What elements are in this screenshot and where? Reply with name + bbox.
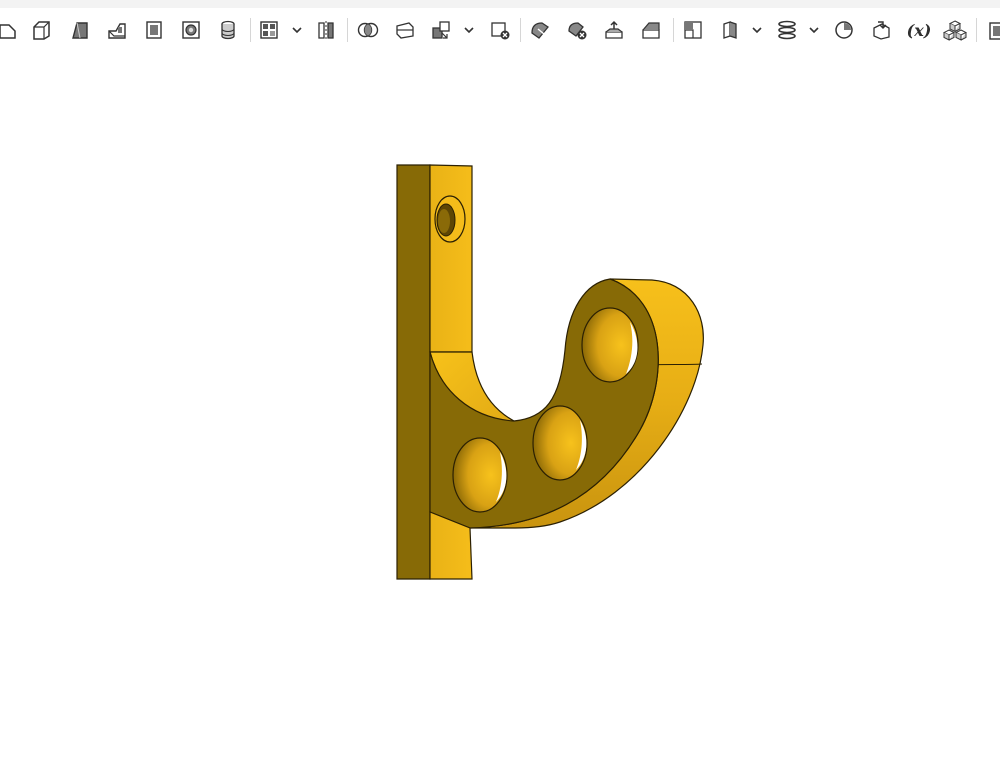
plane-icon[interactable]	[679, 16, 707, 44]
pattern-dropdown-chevron-icon[interactable]	[290, 21, 304, 39]
helix-dropdown-chevron-icon[interactable]	[807, 21, 821, 39]
transform-dropdown-chevron-icon[interactable]	[462, 21, 476, 39]
bar-left-face[interactable]	[396, 164, 431, 580]
plane-dropdown-chevron-icon[interactable]	[750, 21, 764, 39]
mate-connector-icon[interactable]	[830, 16, 858, 44]
move-face-icon[interactable]	[600, 16, 628, 44]
toolbar-separator	[347, 18, 348, 42]
helix-icon[interactable]	[773, 16, 801, 44]
thicken-icon[interactable]	[177, 16, 205, 44]
derived-icon[interactable]	[867, 16, 895, 44]
replace-face-icon[interactable]	[637, 16, 665, 44]
delete-part-icon[interactable]	[486, 16, 514, 44]
toolbar-separator	[520, 18, 521, 42]
more-icon[interactable]	[983, 16, 1000, 44]
modify-fillet-icon[interactable]	[526, 16, 554, 44]
toolbar-separator	[250, 18, 251, 42]
split-icon[interactable]	[391, 16, 419, 44]
through-hole-2[interactable]	[532, 405, 588, 481]
cad-app: (x)	[0, 0, 1000, 775]
bracket-hook-part[interactable]	[0, 50, 1000, 775]
toolbar-separator	[673, 18, 674, 42]
boolean-icon[interactable]	[354, 16, 382, 44]
mirror-icon[interactable]	[312, 16, 340, 44]
transform-icon[interactable]	[427, 16, 455, 44]
window-top-strip	[0, 0, 1000, 8]
sketch-icon[interactable]	[0, 16, 22, 44]
mounting-hole[interactable]	[434, 195, 466, 243]
feature-toolbar: (x)	[0, 10, 1000, 50]
through-hole-3[interactable]	[581, 307, 639, 383]
variable-label: (x)	[906, 20, 932, 40]
delete-face-icon[interactable]	[563, 16, 591, 44]
pattern-icon[interactable]	[255, 16, 283, 44]
extrude-icon[interactable]	[28, 16, 56, 44]
variable-icon[interactable]: (x)	[902, 16, 936, 44]
through-hole-1[interactable]	[452, 437, 508, 513]
toolbar-separator	[976, 18, 977, 42]
sheet-metal-icon[interactable]	[716, 16, 744, 44]
assembly-icon[interactable]	[941, 16, 969, 44]
bar-front-face-upper[interactable]	[429, 164, 473, 353]
loft-icon[interactable]	[140, 16, 168, 44]
revolve-icon[interactable]	[66, 16, 94, 44]
sweep-icon[interactable]	[103, 16, 131, 44]
hole-icon[interactable]	[214, 16, 242, 44]
graphics-viewport[interactable]	[0, 50, 1000, 775]
